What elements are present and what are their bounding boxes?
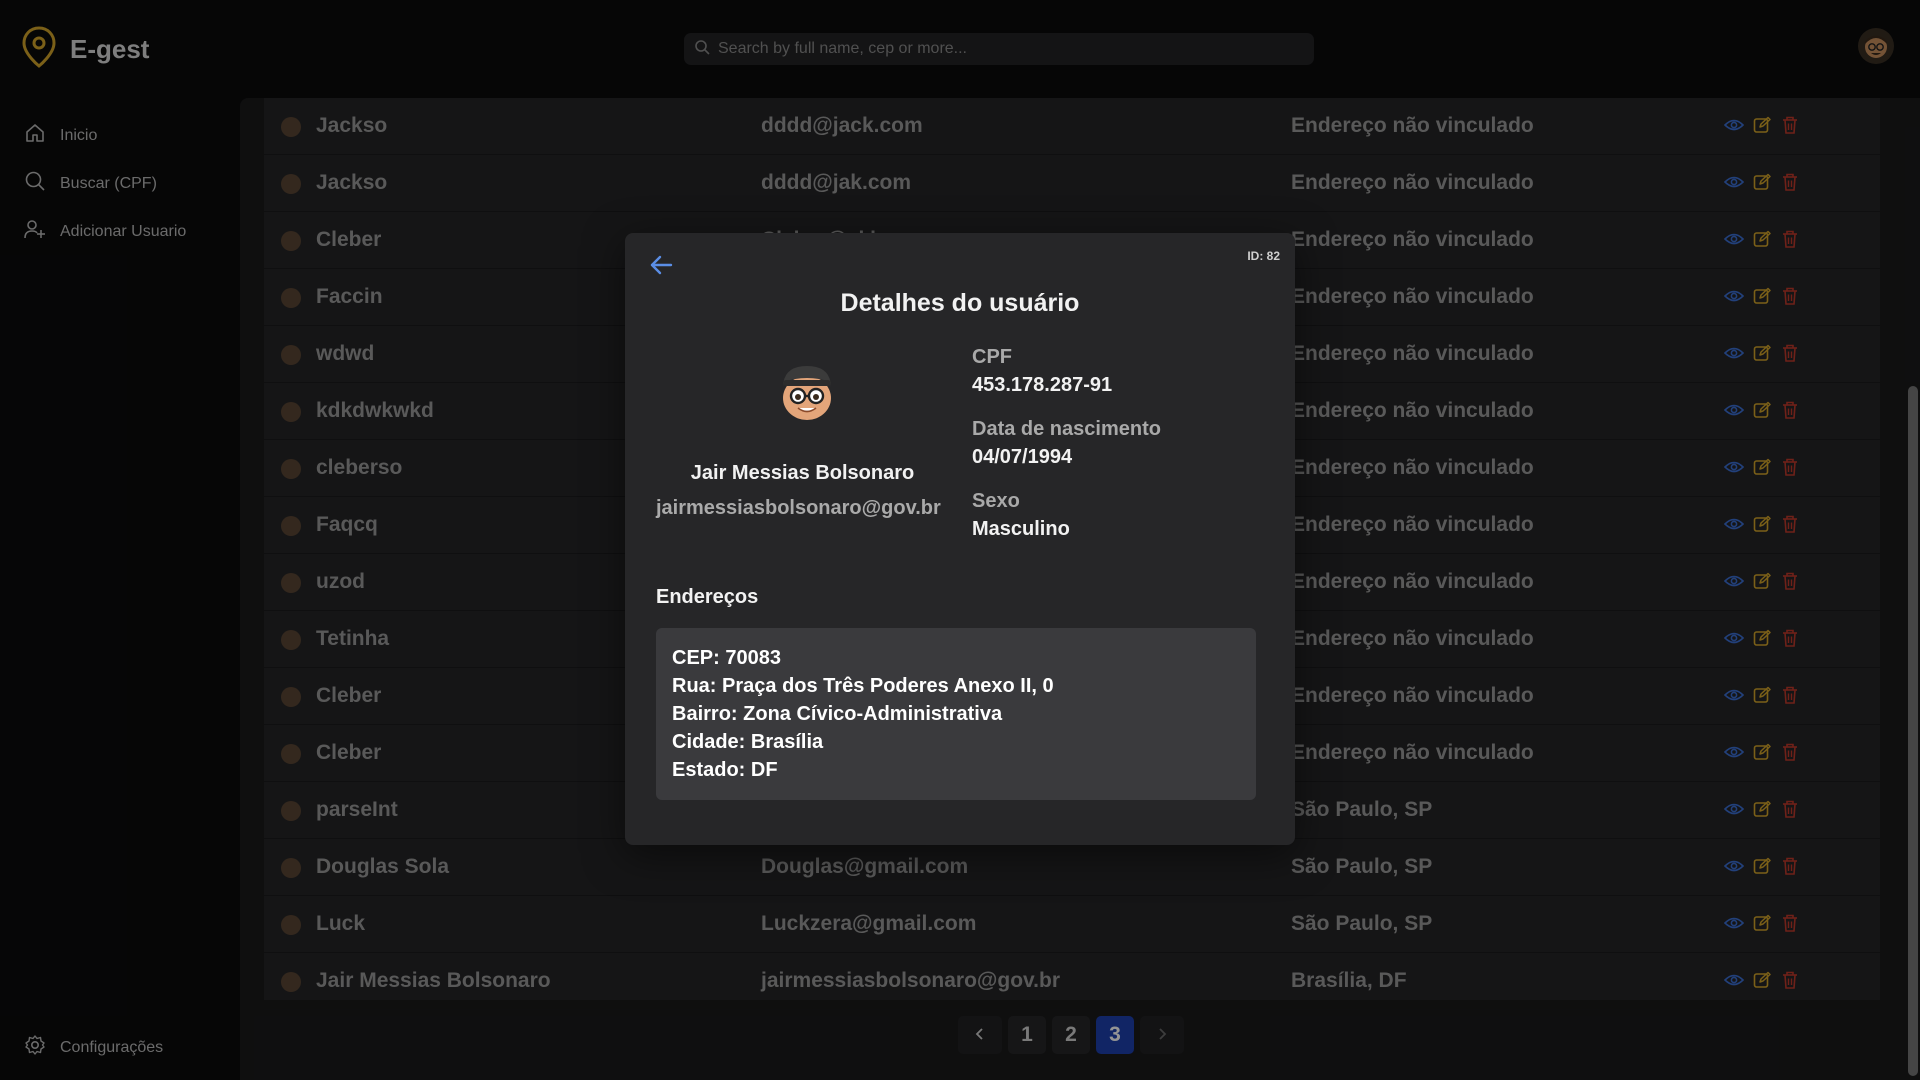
arrow-left-icon xyxy=(649,254,673,281)
address-rua-value: Praça dos Três Poderes Anexo II, 0 xyxy=(722,675,1054,697)
birth-date-label: Data de nascimento xyxy=(972,418,1161,440)
address-bairro: Bairro: Zona Cívico-Administrativa xyxy=(672,700,1240,728)
addresses-title: Endereços xyxy=(656,586,759,608)
cpf-value: 453.178.287-91 xyxy=(972,374,1113,396)
user-id-label: ID: 82 xyxy=(1247,249,1280,263)
address-rua: Rua: Praça dos Três Poderes Anexo II, 0 xyxy=(672,672,1240,700)
cpf-label: CPF xyxy=(972,346,1012,368)
user-avatar-large xyxy=(774,358,840,424)
user-full-name: Jair Messias Bolsonaro xyxy=(690,462,915,484)
address-estado-key: Estado: xyxy=(672,759,746,781)
back-button[interactable] xyxy=(643,249,679,285)
address-estado: Estado: DF xyxy=(672,756,1240,784)
user-details-modal: ID: 82 Detalhes do usuário Jair Messias … xyxy=(625,233,1295,845)
address-cidade: Cidade: Brasília xyxy=(672,728,1240,756)
address-cep-key: CEP: xyxy=(672,647,720,669)
sex-value: Masculino xyxy=(972,518,1070,540)
address-rua-key: Rua: xyxy=(672,675,717,697)
address-cidade-value: Brasília xyxy=(750,731,824,753)
modal-title: Detalhes do usuário xyxy=(840,289,1080,317)
address-cep: CEP: 70083 xyxy=(672,644,1240,672)
address-cep-value: 70083 xyxy=(725,647,781,669)
address-cidade-key: Cidade: xyxy=(672,731,746,753)
address-card: CEP: 70083 Rua: Praça dos Três Poderes A… xyxy=(656,628,1256,800)
user-email: jairmessiasbolsonaro@gov.br xyxy=(656,497,941,519)
sex-label: Sexo xyxy=(972,490,1020,512)
address-bairro-key: Bairro: xyxy=(672,703,738,725)
address-estado-value: DF xyxy=(750,759,778,781)
address-bairro-value: Zona Cívico-Administrativa xyxy=(743,703,1003,725)
birth-date-value: 04/07/1994 xyxy=(972,446,1073,468)
